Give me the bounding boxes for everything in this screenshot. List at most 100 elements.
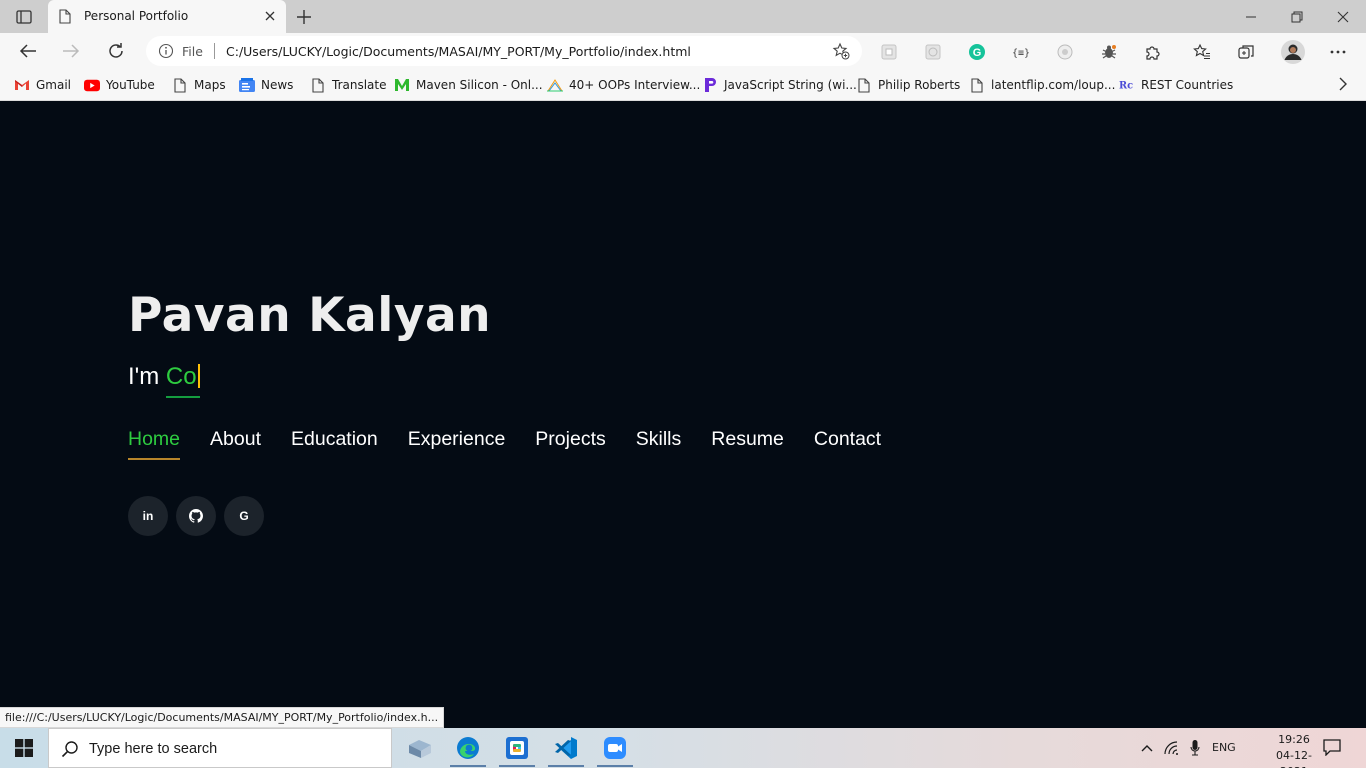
edge-browser-icon[interactable]	[444, 728, 492, 768]
linkedin-label: in	[142, 509, 154, 523]
bookmark-label: latentflip.com/loup...	[991, 78, 1116, 92]
json-viewer-icon[interactable]: {≡}	[1011, 42, 1031, 62]
nav-projects[interactable]: Projects	[535, 428, 605, 460]
google-label: G	[239, 509, 249, 523]
bookmark-news[interactable]: News	[239, 76, 293, 94]
page-icon	[172, 77, 188, 93]
address-separator	[214, 43, 215, 59]
nav-experience[interactable]: Experience	[408, 428, 506, 460]
bookmark-youtube[interactable]: YouTube	[84, 76, 155, 94]
bookmark-javascript-string[interactable]: JavaScript String (wi...	[702, 76, 857, 94]
bookmark-translate[interactable]: Translate	[310, 76, 387, 94]
bookmark-label: Maven Silicon - Onl...	[416, 78, 543, 92]
url-text[interactable]: C:/Users/LUCKY/Logic/Documents/MASAI/MY_…	[226, 44, 691, 59]
nav-skills[interactable]: Skills	[636, 428, 682, 460]
bookmark-latentflip[interactable]: latentflip.com/loup...	[969, 76, 1115, 94]
typed-text-wrapper: Co	[165, 363, 200, 398]
extension-3-icon[interactable]	[1055, 42, 1075, 62]
network-icon[interactable]	[1162, 728, 1182, 768]
javascript-site-icon	[702, 77, 718, 93]
nav-about[interactable]: About	[210, 428, 261, 460]
clock-date: 04-12-2021	[1276, 749, 1312, 768]
bookmark-maven-silicon[interactable]: Maven Silicon - Onl...	[394, 76, 543, 94]
svg-text:G: G	[973, 47, 982, 59]
chevron-right-icon[interactable]	[1338, 77, 1348, 94]
slack-app-icon[interactable]	[493, 728, 541, 768]
bookmark-label: JavaScript String (wi...	[724, 78, 857, 92]
new-tab-button[interactable]	[294, 7, 314, 27]
nav-education[interactable]: Education	[291, 428, 378, 460]
profile-avatar[interactable]	[1280, 39, 1306, 65]
browser-toolbar: File C:/Users/LUCKY/Logic/Documents/MASA…	[0, 33, 1366, 69]
bookmark-rest-countries[interactable]: Rc REST Countries	[1119, 76, 1233, 94]
restore-button[interactable]	[1274, 0, 1320, 33]
close-tab-icon[interactable]	[262, 8, 278, 24]
bookmark-label: YouTube	[106, 78, 155, 92]
page-icon	[856, 77, 872, 93]
microphone-icon[interactable]	[1186, 728, 1204, 768]
more-options-icon[interactable]	[1328, 42, 1348, 62]
bug-extension-icon[interactable]	[1099, 42, 1119, 62]
grammarly-icon[interactable]: G	[967, 42, 987, 62]
back-button[interactable]	[14, 37, 42, 65]
bookmark-philip-roberts[interactable]: Philip Roberts	[856, 76, 960, 94]
nav-home[interactable]: Home	[128, 428, 181, 460]
page-icon	[969, 77, 985, 93]
bookmark-gmail[interactable]: Gmail	[14, 76, 71, 94]
file-explorer-icon[interactable]	[396, 728, 444, 768]
portfolio-page: Pavan Kalyan I'm Co Home About Education…	[0, 102, 1366, 728]
nav-contact[interactable]: Contact	[814, 428, 881, 460]
github-icon[interactable]	[176, 496, 216, 536]
link-status-bar: file:///C:/Users/LUCKY/Logic/Documents/M…	[0, 707, 445, 728]
collections-icon[interactable]	[1236, 42, 1256, 62]
google-icon[interactable]: G	[224, 496, 264, 536]
close-window-button[interactable]	[1320, 0, 1366, 33]
minimize-button[interactable]	[1228, 0, 1274, 33]
svg-text:Rc: Rc	[1119, 81, 1133, 92]
info-icon[interactable]	[158, 43, 174, 62]
extension-2-icon[interactable]	[923, 42, 943, 62]
rest-countries-icon: Rc	[1119, 77, 1135, 93]
windows-taskbar: Type here to search ENG 19:26 04-12-2021	[0, 728, 1366, 768]
zoom-app-icon[interactable]	[591, 728, 639, 768]
system-clock[interactable]: 19:26 04-12-2021	[1268, 732, 1320, 768]
bookmark-label: 40+ OOPs Interview...	[569, 78, 701, 92]
forward-button[interactable]	[57, 37, 85, 65]
svg-text:{≡}: {≡}	[1012, 48, 1030, 59]
add-favorite-icon[interactable]	[832, 42, 850, 63]
search-icon	[61, 740, 79, 761]
typed-text: Co	[165, 363, 197, 390]
windows-start-button[interactable]	[0, 728, 48, 768]
bookmark-label: News	[261, 78, 294, 92]
tab-actions-icon[interactable]	[10, 6, 38, 28]
extension-1-icon[interactable]	[879, 42, 899, 62]
bookmark-maps[interactable]: Maps	[172, 76, 226, 94]
taskbar-search-box[interactable]: Type here to search	[48, 728, 392, 768]
nav-resume[interactable]: Resume	[711, 428, 784, 460]
language-indicator[interactable]: ENG	[1212, 741, 1236, 754]
active-tab[interactable]: Personal Portfolio	[48, 0, 286, 33]
youtube-icon	[84, 77, 100, 93]
gmail-icon	[14, 77, 30, 93]
chevron-up-icon[interactable]	[1138, 728, 1156, 768]
bookmark-oops-interview[interactable]: 40+ OOPs Interview...	[547, 76, 700, 94]
bookmark-label: Philip Roberts	[878, 78, 961, 92]
subtitle-prefix: I'm	[128, 363, 160, 390]
favorites-icon[interactable]	[1192, 42, 1212, 62]
typing-cursor	[197, 364, 200, 388]
linkedin-icon[interactable]: in	[128, 496, 168, 536]
page-icon	[59, 9, 71, 27]
refresh-button[interactable]	[102, 37, 130, 65]
google-news-icon	[239, 77, 255, 93]
tab-title: Personal Portfolio	[84, 9, 189, 23]
address-bar[interactable]: File C:/Users/LUCKY/Logic/Documents/MASA…	[146, 36, 862, 66]
extensions-puzzle-icon[interactable]	[1143, 42, 1163, 62]
bookmark-label: Maps	[194, 78, 226, 92]
bookmark-label: REST Countries	[1141, 78, 1234, 92]
hero-name: Pavan Kalyan	[128, 288, 492, 343]
vscode-icon[interactable]	[542, 728, 590, 768]
page-icon	[310, 77, 326, 93]
bookmarks-bar: Gmail YouTube Maps News Translate Maven …	[0, 69, 1366, 101]
search-placeholder: Type here to search	[89, 741, 218, 757]
notification-icon[interactable]	[1322, 738, 1342, 759]
